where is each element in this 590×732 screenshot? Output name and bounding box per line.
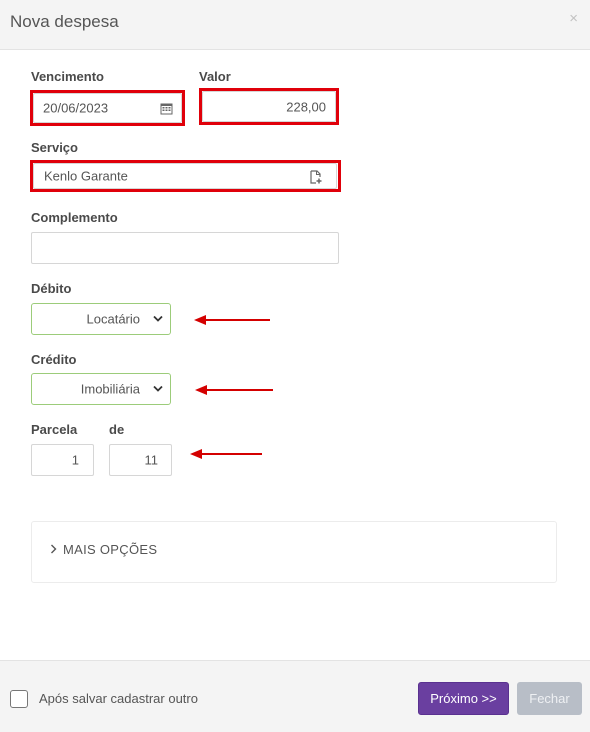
credito-value: Imobiliária xyxy=(80,381,140,397)
dialog-footer: Após salvar cadastrar outro Próximo >> F… xyxy=(0,660,590,732)
parcela-input[interactable]: 1 xyxy=(31,444,94,476)
debito-label: Débito xyxy=(31,281,72,296)
dialog-header: Nova despesa × xyxy=(0,0,590,50)
chevron-down-icon xyxy=(153,385,163,392)
chevron-down-icon xyxy=(153,315,163,322)
debito-value: Locatário xyxy=(86,311,140,327)
annotation-arrow xyxy=(190,449,262,459)
more-options-panel[interactable]: MAIS OPÇÕES xyxy=(31,521,557,583)
close-button[interactable]: Fechar xyxy=(517,682,582,715)
dialog-title: Nova despesa xyxy=(10,12,119,31)
servico-highlight xyxy=(30,160,341,192)
credito-label: Crédito xyxy=(31,352,77,367)
next-button[interactable]: Próximo >> xyxy=(418,682,509,715)
vencimento-highlight xyxy=(30,90,185,126)
complemento-label: Complemento xyxy=(31,210,118,225)
parcela-value: 1 xyxy=(71,452,79,468)
annotation-arrow xyxy=(194,315,270,325)
annotation-arrow xyxy=(195,385,273,395)
credito-select[interactable]: Imobiliária xyxy=(31,373,171,405)
total-parcelas-input[interactable]: 11 xyxy=(109,444,172,476)
more-options-label: MAIS OPÇÕES xyxy=(63,542,158,557)
debito-select[interactable]: Locatário xyxy=(31,303,171,335)
complemento-input[interactable] xyxy=(31,232,339,264)
de-label: de xyxy=(109,422,125,437)
servico-label: Serviço xyxy=(31,140,78,155)
close-icon[interactable]: × xyxy=(569,10,578,27)
valor-highlight xyxy=(199,88,339,125)
save-and-add-another-checkbox[interactable] xyxy=(10,690,28,708)
vencimento-label: Vencimento xyxy=(31,69,104,84)
valor-label: Valor xyxy=(199,69,231,84)
save-and-add-another-label[interactable]: Após salvar cadastrar outro xyxy=(39,691,198,706)
total-parcelas-value: 11 xyxy=(144,452,159,468)
parcela-label: Parcela xyxy=(31,422,78,437)
chevron-right-icon xyxy=(51,544,57,554)
